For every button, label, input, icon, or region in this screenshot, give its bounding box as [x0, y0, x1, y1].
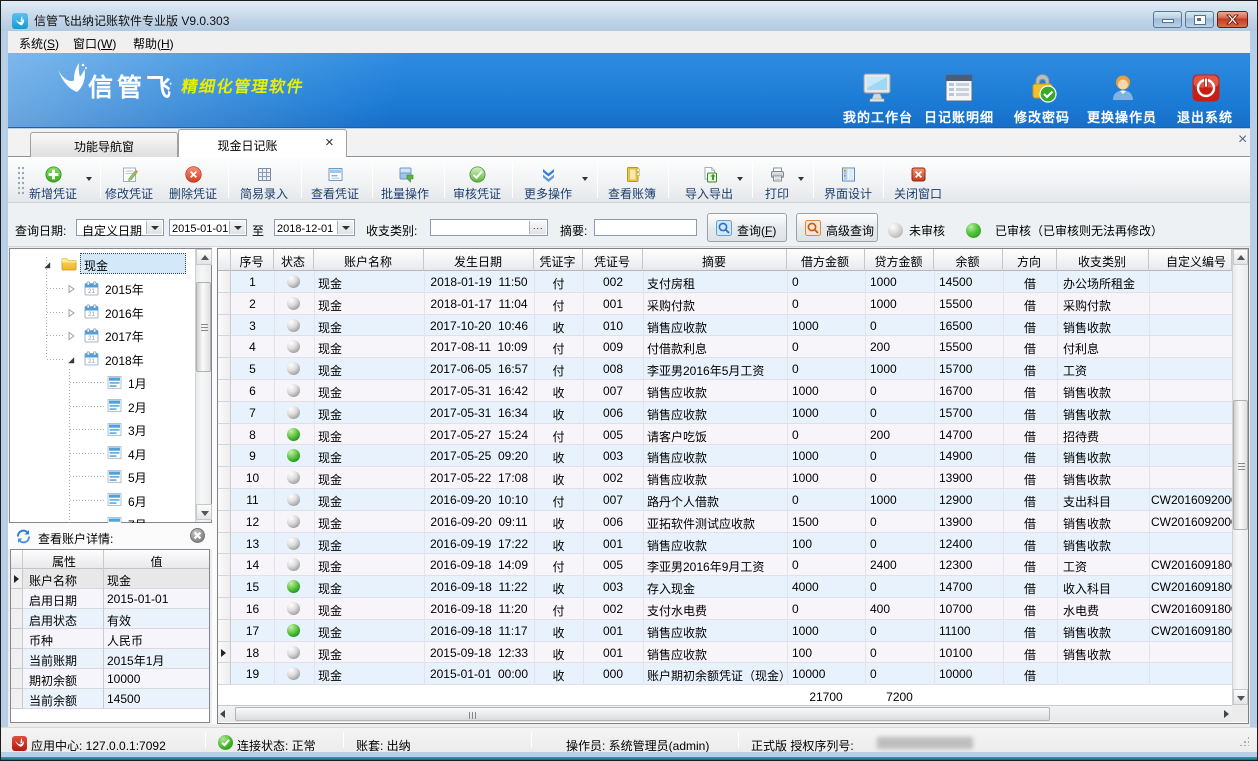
svg-text:21: 21 — [88, 312, 95, 318]
svg-text:21: 21 — [88, 359, 95, 365]
svg-text:21: 21 — [88, 336, 95, 342]
svg-text:21: 21 — [88, 289, 95, 295]
